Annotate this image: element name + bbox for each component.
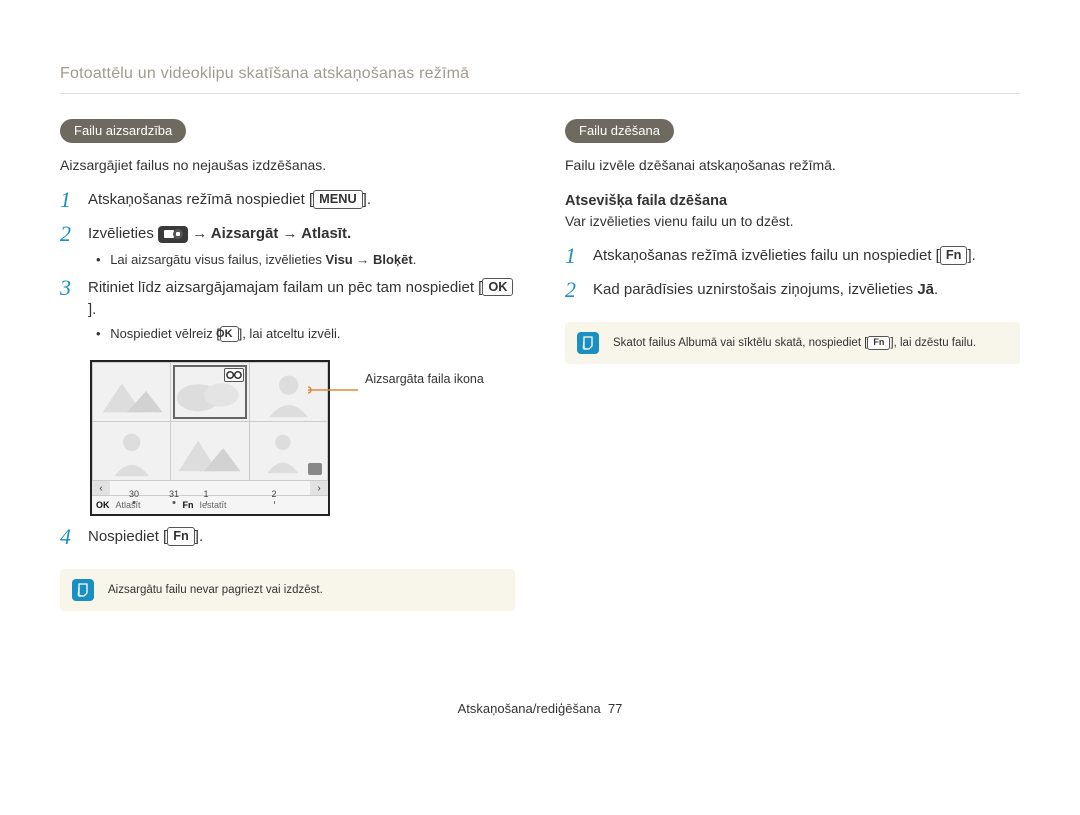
thumbnail-figure: ‹ 30 31 1 2 › OK Atlasīt <box>90 360 515 516</box>
subheading-single-delete: Atsevišķa faila dzēšana <box>565 193 1020 209</box>
step-1: 1 Atskaņošanas režīmā izvēlieties failu … <box>565 243 1020 269</box>
step-3: 3 Ritiniet līdz aizsargājamajam failam u… <box>60 275 515 322</box>
protect-icon <box>158 226 188 243</box>
note-icon <box>577 332 599 354</box>
step-2: 2 Kad parādīsies uznirstošais ziņojums, … <box>565 277 1020 303</box>
note-icon <box>72 579 94 601</box>
fn-button-label: Fn <box>167 527 195 546</box>
ok-button-label: OK <box>220 326 239 342</box>
step-1: 1 Atskaņošanas režīmā nospiediet [MENU]. <box>60 187 515 213</box>
note-box: Aizsargātu failu nevar pagriezt vai izdz… <box>60 569 515 611</box>
thumbnail-selected <box>171 363 248 421</box>
scroll-right-icon: › <box>310 481 328 495</box>
step-number: 2 <box>60 221 88 247</box>
note-box: Skatot failus Albumā vai sīktēlu skatā, … <box>565 322 1020 364</box>
section-pill-protection: Failu aizsardzība <box>60 119 186 143</box>
fn-button-label: Fn <box>940 246 968 265</box>
step-4: 4 Nospiediet [Fn]. <box>60 524 515 550</box>
column-right: Failu dzēšana Failu izvēle dzēšanai atsk… <box>565 119 1020 611</box>
thumbnail <box>171 422 248 480</box>
callout-protected-icon: Aizsargāta faila ikona <box>365 372 484 386</box>
thumbnail <box>250 422 327 480</box>
status-bar: OK Atlasīt Fn Iestatīt <box>92 495 328 514</box>
column-left: Failu aizsardzība Aizsargājiet failus no… <box>60 119 515 611</box>
step-number: 4 <box>60 524 88 550</box>
step-number: 1 <box>565 243 593 269</box>
scroll-tick: 30 <box>129 489 139 499</box>
step-number: 2 <box>565 277 593 303</box>
scroll-tick: 2 <box>271 489 276 499</box>
ok-button-label: OK <box>482 278 513 297</box>
scroll-bar: ‹ 30 31 1 2 › <box>92 481 328 495</box>
scroll-tick: 1 <box>203 489 208 499</box>
step-2: 2 Izvēlieties → Aizsargāt → Atlasīt. <box>60 221 515 247</box>
single-delete-lead: Var izvēlieties vienu failu un to dzēst. <box>565 213 1020 229</box>
thumbnail <box>93 363 170 421</box>
section-pill-deletion: Failu dzēšana <box>565 119 674 143</box>
note-text: Aizsargātu failu nevar pagriezt vai izdz… <box>108 584 323 596</box>
page-footer: Atskaņošana/rediģēšana 77 <box>60 701 1020 716</box>
deletion-lead: Failu izvēle dzēšanai atskaņošanas režīm… <box>565 157 1020 173</box>
page-title: Fotoattēlu un videoklipu skatīšana atska… <box>60 65 1020 94</box>
thumbnail <box>93 422 170 480</box>
lock-icon <box>224 368 244 382</box>
step-3-bullet: Nospiediet vēlreiz [OK], lai atceltu izv… <box>96 326 515 342</box>
scroll-left-icon: ‹ <box>92 481 110 495</box>
step-2-bullet: Lai aizsargātu visus failus, izvēlieties… <box>96 252 515 267</box>
scroll-tick: 31 <box>169 489 179 499</box>
step-number: 1 <box>60 187 88 213</box>
menu-button-label: MENU <box>313 190 363 209</box>
fn-button-label: Fn <box>867 336 890 350</box>
protection-lead: Aizsargājiet failus no nejaušas izdzēšan… <box>60 157 515 173</box>
note-text: Skatot failus Albumā vai sīktēlu skatā, … <box>613 336 976 350</box>
step-number: 3 <box>60 275 88 301</box>
